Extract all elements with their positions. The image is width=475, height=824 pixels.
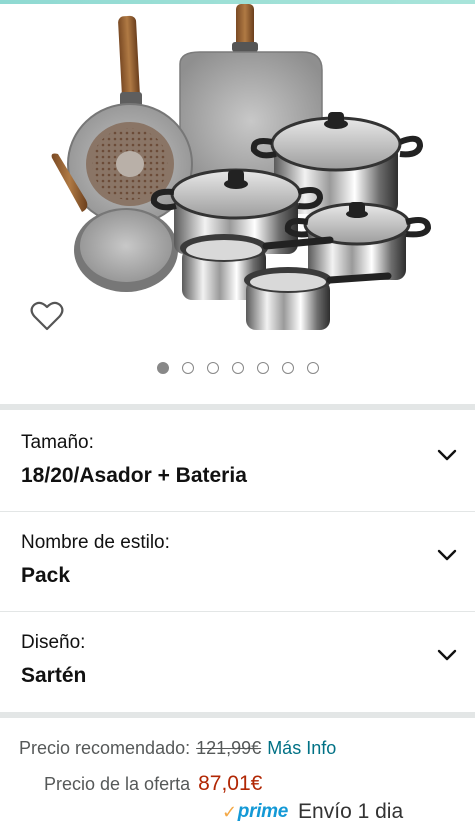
option-label: Nombre de estilo: (21, 532, 170, 553)
design-selector[interactable]: Diseño: Sartén (0, 612, 475, 710)
gallery-dot-5[interactable] (256, 362, 269, 374)
offer-price-label: Precio de la oferta (44, 774, 191, 794)
chevron-down-icon[interactable] (437, 648, 457, 662)
gallery-dot-4[interactable] (231, 362, 244, 374)
option-label: Tamaño: (21, 432, 94, 453)
size-selector[interactable]: Tamaño: 18/20/Asador + Bateria (0, 412, 475, 510)
gallery-pagination (0, 362, 475, 376)
prime-logo: ✓ prime (222, 801, 288, 823)
product-gallery[interactable] (0, 4, 475, 404)
option-value: Pack (21, 564, 71, 587)
recommended-price-row: Precio recomendado: 121,99€ Más Info (19, 738, 336, 759)
gallery-dot-3[interactable] (206, 362, 219, 374)
offer-price-value: 87,01€ (198, 772, 263, 795)
recommended-price-value: 121,99€ (196, 738, 262, 758)
gallery-dot-1[interactable] (156, 362, 169, 374)
prime-text: prime (237, 801, 289, 822)
shipping-text: Envío 1 dia (298, 800, 404, 823)
option-value: 18/20/Asador + Bateria (21, 464, 247, 487)
gallery-dot-2[interactable] (181, 362, 194, 374)
recommended-price-label: Precio recomendado: (19, 738, 191, 758)
option-label: Diseño: (21, 632, 86, 653)
chevron-down-icon[interactable] (437, 448, 457, 462)
gallery-dot-7[interactable] (306, 362, 319, 374)
gallery-dot-6[interactable] (281, 362, 294, 374)
heart-outline-icon[interactable] (30, 300, 64, 332)
prime-shipping-row: ✓ prime Envío 1 dia (222, 800, 403, 824)
section-divider (0, 404, 475, 410)
more-info-link[interactable]: Más Info (267, 738, 336, 758)
style-selector[interactable]: Nombre de estilo: Pack (0, 512, 475, 610)
offer-price-row: Precio de la oferta 87,01€ (44, 772, 262, 796)
chevron-down-icon[interactable] (437, 548, 457, 562)
prime-check-icon: ✓ (222, 801, 237, 822)
product-image[interactable] (40, 4, 440, 344)
price-block: Precio recomendado: 121,99€ Más Info Preci… (0, 720, 475, 823)
section-divider (0, 712, 475, 718)
option-value: Sartén (21, 664, 87, 687)
